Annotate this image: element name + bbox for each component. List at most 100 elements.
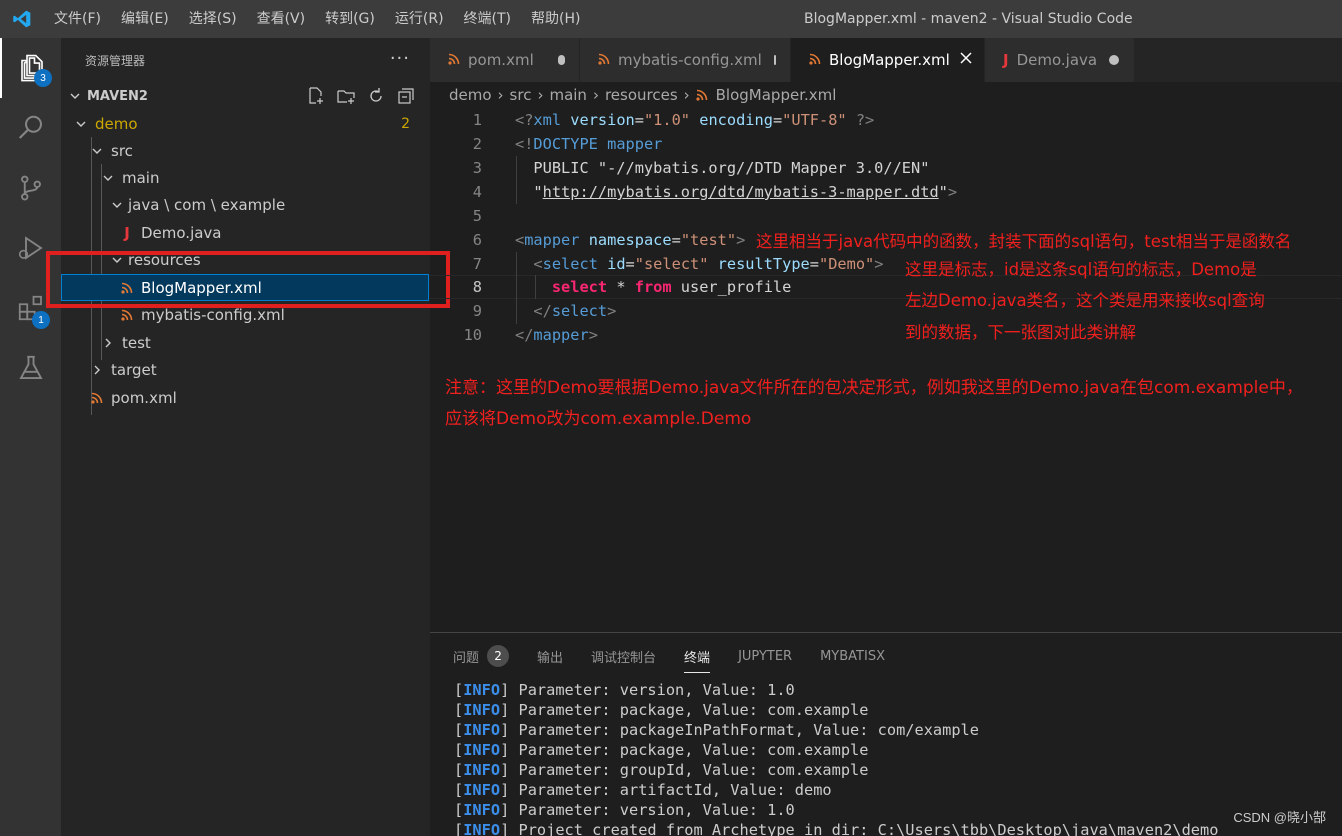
info-tag: INFO [463,761,501,779]
bottom-panel: 问题 2 输出 调试控制台 终端 JUPYTER MYBATISX [INFO] … [430,632,1342,836]
section-actions [306,86,416,106]
code-text: </select> [533,302,617,320]
breadcrumb-item[interactable]: BlogMapper.xml [716,86,837,104]
menu-run[interactable]: 运行(R) [385,0,454,38]
tree-item-demo[interactable]: demo 2 [61,110,430,137]
terminal-line: [INFO] Parameter: package, Value: com.ex… [454,741,869,759]
chevron-down-icon [100,172,116,184]
source-control-activity[interactable] [0,158,61,218]
activity-bar: 3 1 [0,38,61,836]
tab-mybatisx[interactable]: MYBATISX [820,633,885,679]
chevron-down-icon [109,199,125,211]
terminal-line: [INFO] Parameter: version, Value: 1.0 [454,801,795,819]
breadcrumb-item[interactable]: src [510,86,532,104]
unsaved-dot-icon[interactable] [1109,55,1120,65]
refresh-icon[interactable] [366,86,386,106]
terminal-text: Parameter: groupId, Value: com.example [518,761,869,779]
menu-bar: 文件(F) 编辑(E) 选择(S) 查看(V) 转到(G) 运行(R) 终端(T… [44,0,590,38]
unsaved-dot-icon[interactable] [773,55,776,65]
new-folder-icon[interactable] [336,86,356,106]
tab-jupyter[interactable]: JUPYTER [738,633,792,679]
line-number: 5 [472,207,482,225]
tree-item-java-package[interactable]: java \ com \ example [61,191,430,218]
code-text: select * from user_profile [551,278,792,296]
menu-edit[interactable]: 编辑(E) [111,0,179,38]
breadcrumb-item[interactable]: resources [605,86,678,104]
close-icon[interactable] [960,52,972,68]
terminal-line: [INFO] Parameter: packageInPathFormat, V… [454,721,979,739]
indent-guide [516,252,517,324]
tab-debug-console[interactable]: 调试控制台 [591,633,656,679]
explorer-activity[interactable]: 3 [0,38,61,98]
tree-item-demo-java[interactable]: J Demo.java [61,219,430,246]
code-line: 10 </mapper> [430,323,1342,347]
workspace-section-header[interactable]: MAVEN2 [61,82,430,110]
code-line: 5 [430,204,1342,228]
line-number: 8 [472,278,482,296]
chevron-down-icon [73,118,89,130]
line-number: 4 [472,183,482,201]
note-line2: 应该将Demo改为com.example.Demo [445,409,752,429]
tab-output[interactable]: 输出 [537,633,563,679]
tree-label: target [111,360,157,379]
terminal-text: Parameter: packageInPathFormat, Value: c… [518,721,979,739]
annotation-select-line2: 左边Demo.java类名，这个类是用来接收sql查询 [905,291,1265,310]
tree-item-main[interactable]: main [61,164,430,191]
breadcrumb-item[interactable]: main [549,86,586,104]
terminal-text: Parameter: package, Value: com.example [518,741,869,759]
line-number: 9 [472,302,482,320]
tree-item-pom-xml[interactable]: pom.xml [61,384,430,411]
line-number: 1 [472,111,482,129]
line-number: 3 [472,159,482,177]
terminal-text: Project created from Archetype in dir: C… [518,821,1219,836]
tree-item-src[interactable]: src [61,137,430,164]
tree-item-test[interactable]: test [61,329,430,356]
more-actions-icon[interactable]: ··· [390,48,410,69]
menu-view[interactable]: 查看(V) [247,0,316,38]
terminal-line: [INFO] Parameter: package, Value: com.ex… [454,701,869,719]
code-line: 1 <?xml version="1.0" encoding="UTF-8" ?… [430,108,1342,132]
terminal-text: Parameter: version, Value: 1.0 [518,681,795,699]
tab-terminal[interactable]: 终端 [684,633,711,679]
tree-item-target[interactable]: target [61,356,430,383]
tab-mybatis-config[interactable]: mybatis-config.xml [580,38,791,82]
terminal-line: [INFO] Parameter: version, Value: 1.0 [454,681,795,699]
run-debug-icon [18,236,43,260]
chevron-right-icon: › [497,86,504,104]
code-editor[interactable]: 1 <?xml version="1.0" encoding="UTF-8" ?… [430,108,1342,358]
menu-file[interactable]: 文件(F) [44,0,111,38]
watermark: CSDN @晓小郜 [1233,810,1326,825]
search-activity[interactable] [0,98,61,158]
breadcrumb-item[interactable]: demo [449,86,492,104]
problems-badge: 2 [487,645,510,667]
tab-blogmapper-xml[interactable]: BlogMapper.xml [791,38,985,82]
info-tag: INFO [463,821,501,836]
tree-label: Demo.java [141,223,222,242]
menu-selection[interactable]: 选择(S) [179,0,247,38]
window-title: BlogMapper.xml - maven2 - Visual Studio … [804,11,1133,27]
code-line: 4 "http://mybatis.org/dtd/mybatis-3-mapp… [430,180,1342,204]
unsaved-dot-icon[interactable] [557,55,565,65]
rss-xml-icon [448,51,460,69]
menu-go[interactable]: 转到(G) [315,0,385,38]
chevron-right-icon: › [537,86,544,104]
menu-help[interactable]: 帮助(H) [521,0,590,38]
problem-count: 2 [401,115,410,132]
chevron-right-icon: › [683,86,690,104]
info-tag: INFO [463,721,501,739]
testing-activity[interactable] [0,338,61,398]
terminal-line: [INFO] Parameter: artifactId, Value: dem… [454,781,832,799]
tab-pom-xml[interactable]: pom.xml [430,38,580,82]
chevron-right-icon [100,337,116,349]
new-file-icon[interactable] [306,86,326,106]
info-tag: INFO [463,741,501,759]
tree-label: mybatis-config.xml [141,305,285,324]
tab-problems[interactable]: 问题 2 [453,633,510,679]
menu-terminal[interactable]: 终端(T) [454,0,521,38]
panel-tabs: 问题 2 输出 调试控制台 终端 JUPYTER MYBATISX [430,633,1342,679]
code-line: 2 <!DOCTYPE mapper [430,132,1342,156]
tab-label: 问题 [453,650,480,666]
tab-demo-java[interactable]: J Demo.java [985,38,1135,82]
collapse-all-icon[interactable] [396,86,416,106]
terminal-text: Parameter: version, Value: 1.0 [518,801,795,819]
